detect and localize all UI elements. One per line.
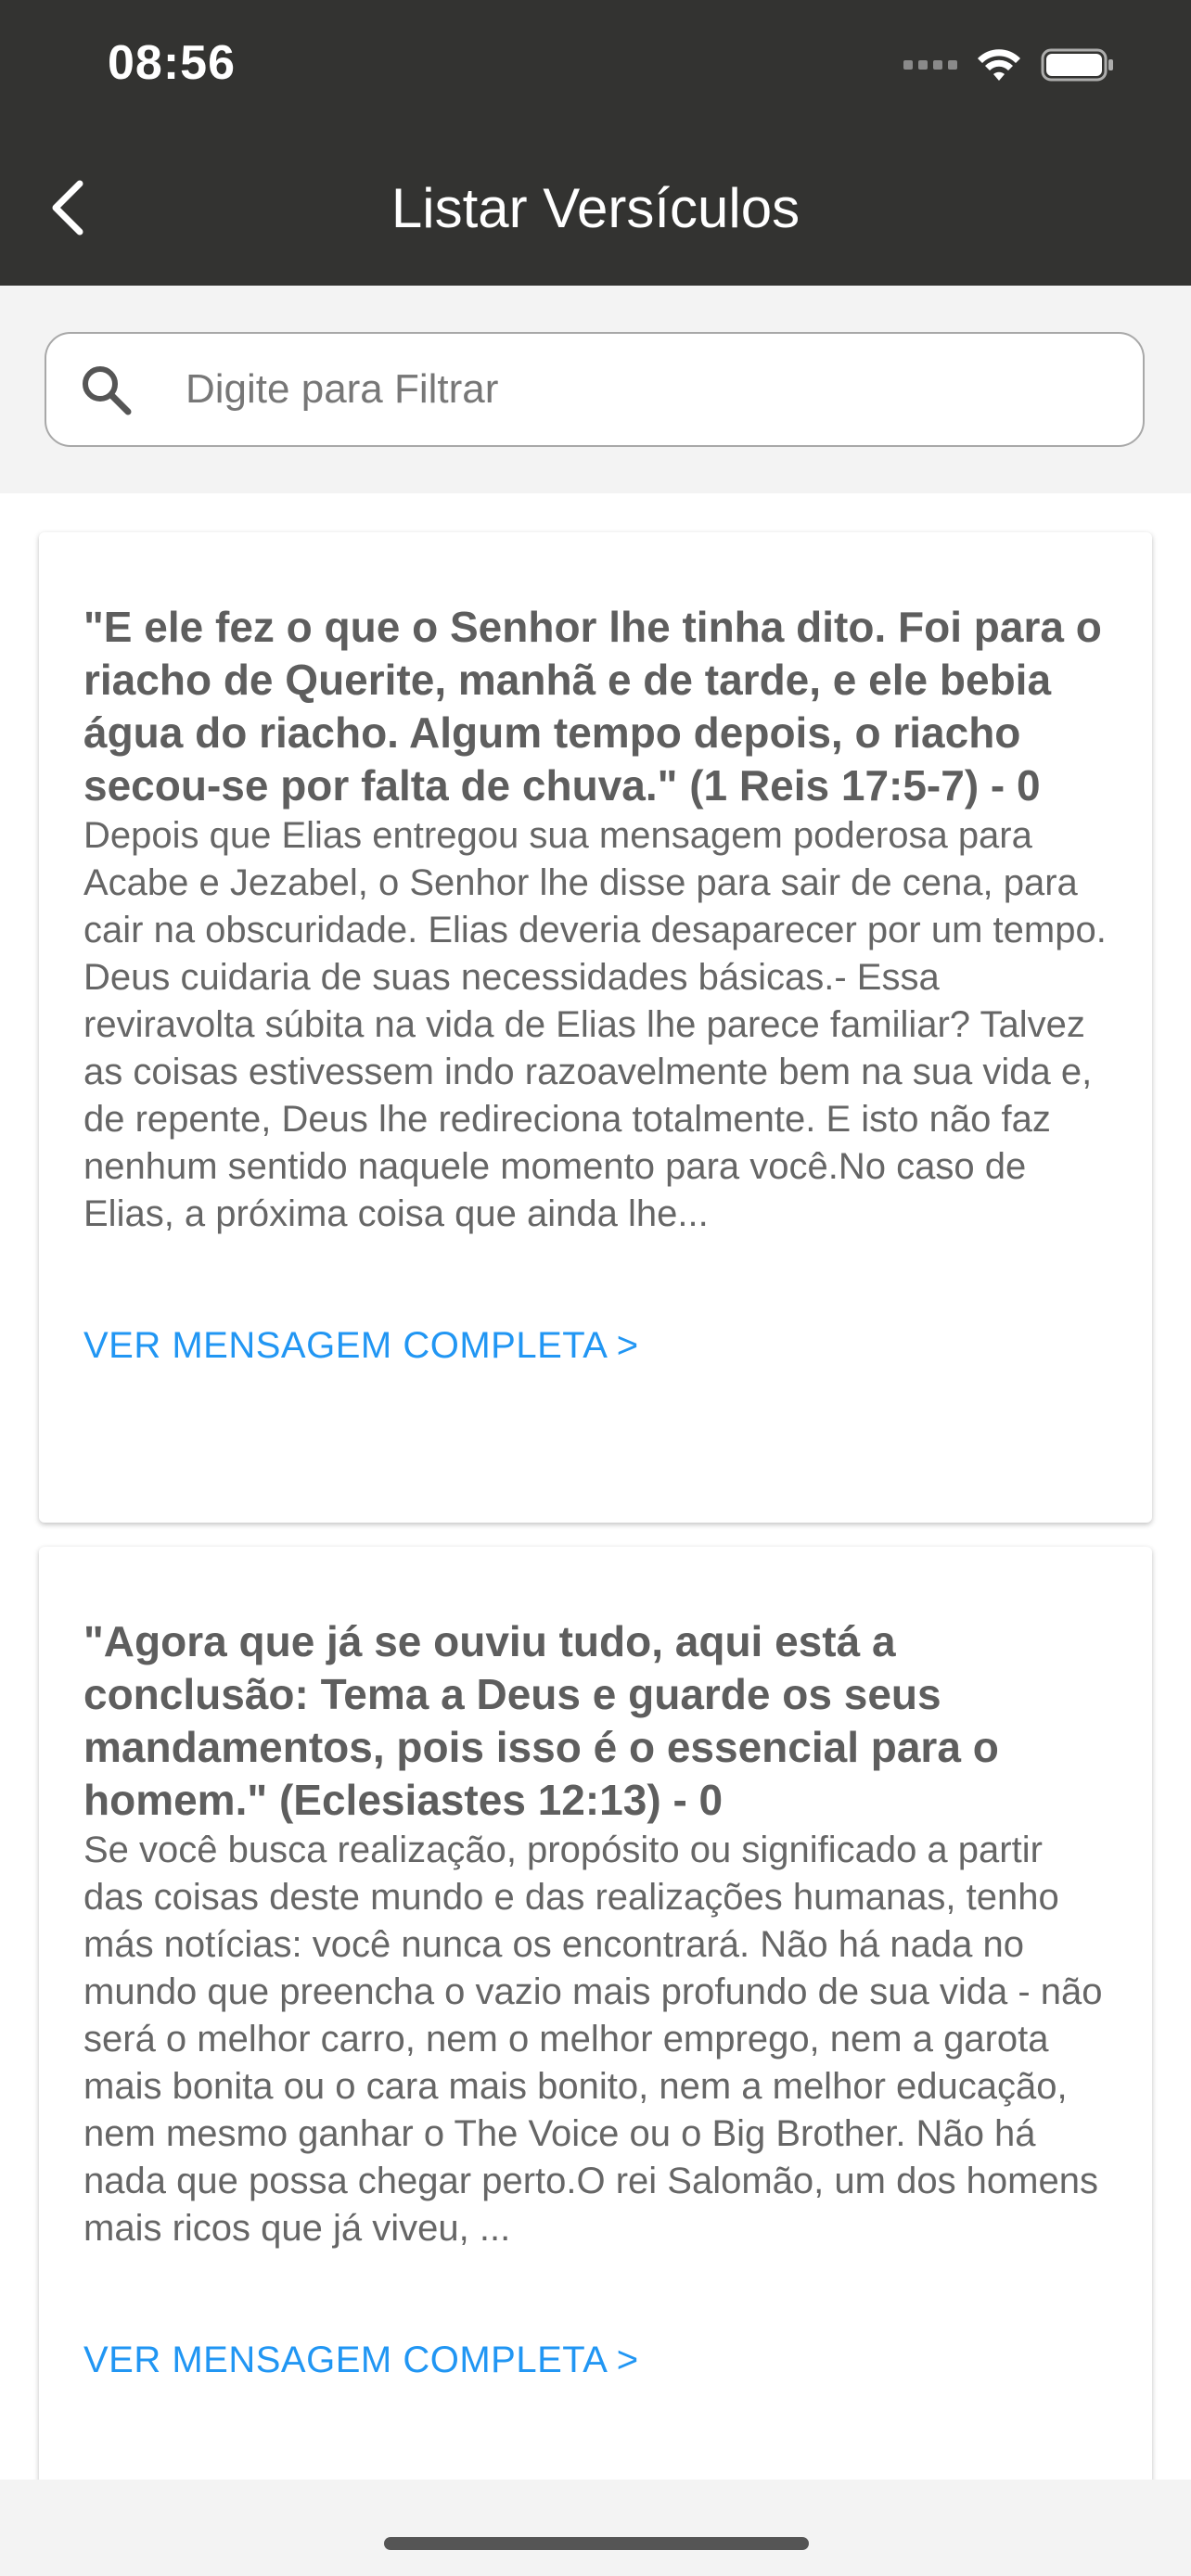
view-full-message-link[interactable]: VER MENSAGEM COMPLETA > <box>83 2340 639 2381</box>
wifi-icon <box>978 49 1020 81</box>
verse-card: "E ele fez o que o Senhor lhe tinha dito… <box>39 532 1152 1523</box>
verse-card: "Agora que já se ouviu tudo, aqui está a… <box>39 1547 1152 2480</box>
verse-excerpt: Se você busca realização, propósito ou s… <box>83 1830 1103 2249</box>
cellular-signal-icon <box>903 60 957 70</box>
verse-title: "Agora que já se ouviu tudo, aqui está a… <box>83 1617 999 1824</box>
search-area <box>0 286 1191 493</box>
battery-icon <box>1041 48 1113 82</box>
verse-excerpt: Depois que Elias entregou sua mensagem p… <box>83 815 1107 1234</box>
page-title: Listar Versículos <box>391 177 800 239</box>
search-icon <box>76 360 135 419</box>
search-input[interactable] <box>184 365 1069 414</box>
verse-title: "E ele fez o que o Senhor lhe tinha dito… <box>83 603 1102 810</box>
view-full-message-link[interactable]: VER MENSAGEM COMPLETA > <box>83 1325 639 1367</box>
search-box[interactable] <box>45 332 1145 447</box>
status-icons <box>903 46 1115 83</box>
home-indicator[interactable] <box>384 2537 809 2550</box>
home-indicator-area <box>0 2480 1191 2576</box>
verse-list: "E ele fez o que o Senhor lhe tinha dito… <box>0 493 1191 2480</box>
status-time: 08:56 <box>108 36 236 90</box>
app-header: 08:56 Listar Versículos <box>0 0 1191 286</box>
